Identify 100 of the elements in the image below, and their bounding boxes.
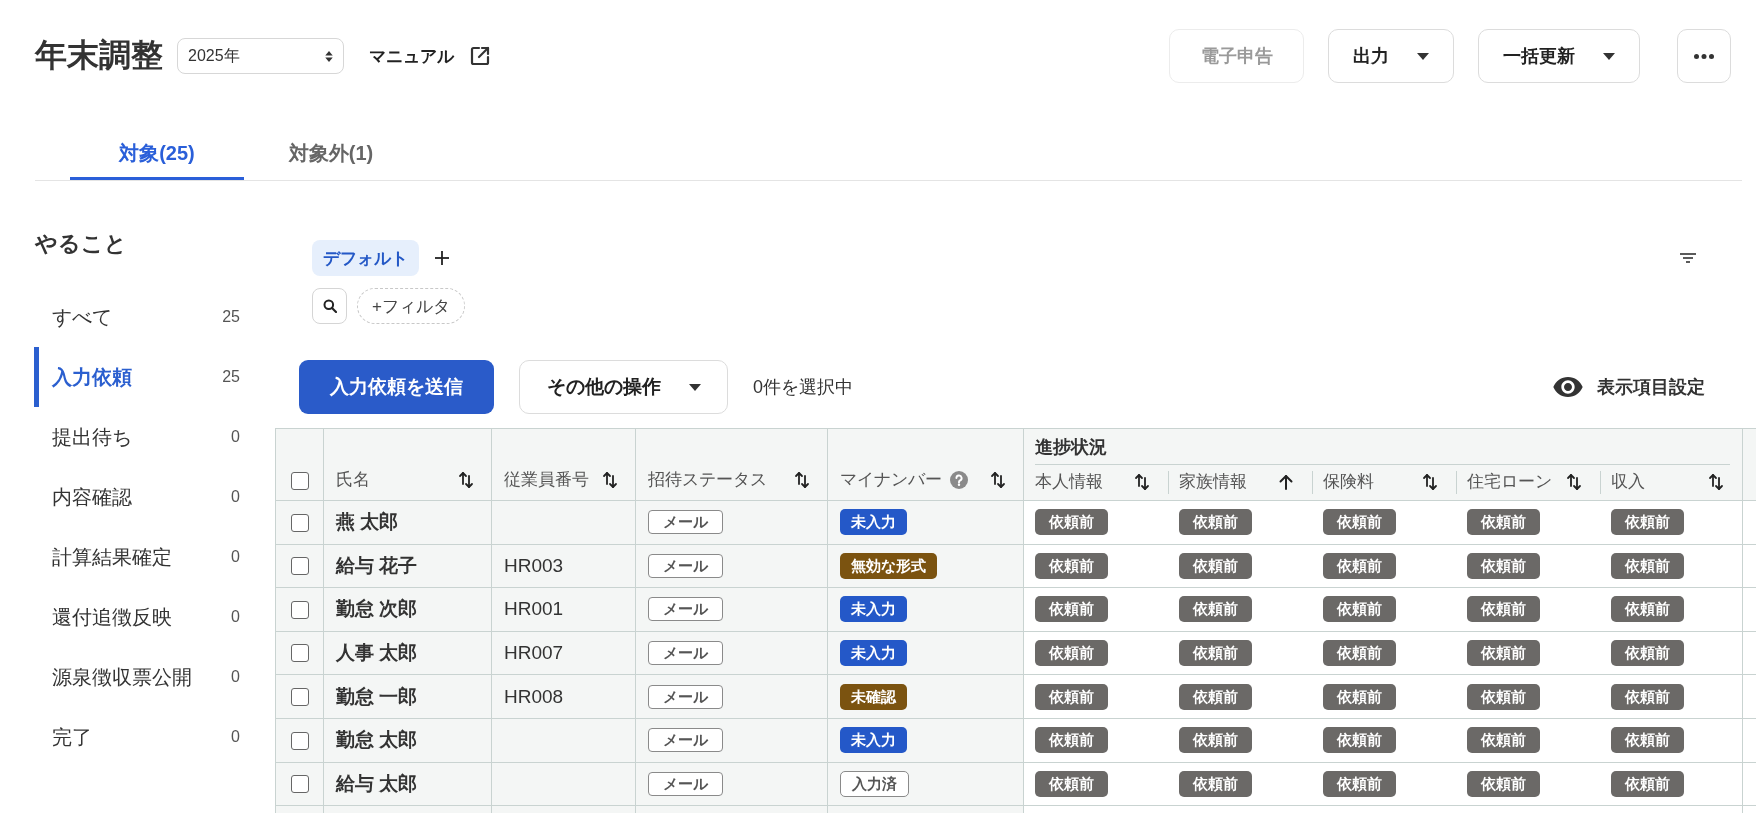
employee-name: 燕 太郎 — [336, 511, 399, 533]
select-all-checkbox[interactable] — [290, 472, 309, 490]
progress-badge: 依頼前 — [1466, 770, 1540, 797]
sidebar-item[interactable]: 還付追徴反映 0 — [34, 587, 274, 647]
invite-badge: メール — [648, 597, 723, 622]
eye-icon — [1553, 377, 1583, 397]
progress-badge: 依頼前 — [1610, 552, 1684, 579]
row-checkbox[interactable] — [290, 600, 309, 619]
progress-badge: 依頼前 — [1178, 770, 1252, 797]
manual-link[interactable]: マニュアル — [369, 44, 490, 68]
sidebar-item[interactable]: 入力依頼 25 — [34, 347, 274, 407]
invite-badge: メール — [648, 684, 723, 709]
progress-badge: 依頼前 — [1035, 770, 1108, 797]
progress-badge: 依頼前 — [1322, 770, 1396, 797]
item-count: 0 — [231, 728, 240, 746]
sidebar-item[interactable]: 提出待ち 0 — [34, 407, 274, 467]
item-count: 0 — [231, 668, 240, 686]
help-icon[interactable] — [950, 471, 968, 489]
column-header: 氏名 — [336, 469, 370, 491]
status-badge: 未入力 — [840, 509, 907, 536]
progress-badge: 依頼前 — [1035, 640, 1108, 667]
progress-badge: 依頼前 — [1322, 552, 1396, 579]
column-header: 家族情報 — [1178, 471, 1247, 494]
sidebar-item[interactable]: 内容確認 0 — [34, 467, 274, 527]
sort-arrows-icon[interactable] — [602, 471, 618, 489]
progress-badge: 依頼前 — [1466, 509, 1540, 536]
item-count: 0 — [231, 428, 240, 446]
column-header: 収入 — [1610, 471, 1645, 494]
sidebar-title: やること — [35, 231, 128, 257]
plus-icon[interactable] — [435, 251, 449, 265]
row-checkbox[interactable] — [290, 557, 309, 576]
progress-badge: 依頼前 — [1178, 683, 1252, 710]
selection-count: 0件を選択中 — [753, 376, 853, 399]
add-filter-button[interactable]: +フィルタ — [357, 288, 465, 324]
sidebar-item[interactable]: 源泉徴収票公開 0 — [34, 647, 274, 707]
progress-badge: 依頼前 — [1466, 727, 1540, 754]
sort-arrows-icon[interactable] — [990, 471, 1006, 489]
status-badge: 未入力 — [840, 727, 907, 754]
item-count: 0 — [231, 608, 240, 626]
send-request-button[interactable]: 入力依頼を送信 — [299, 360, 494, 414]
year-select[interactable]: 2025年 — [177, 38, 344, 74]
employee-name: 勤怠 太郎 — [336, 729, 418, 751]
tab[interactable]: 対象(25) — [70, 130, 244, 180]
progress-badge: 依頼前 — [1035, 596, 1108, 623]
column-header: 招待ステータス — [648, 469, 767, 491]
view-chip[interactable]: デフォルト — [312, 240, 419, 276]
progress-badge: 依頼前 — [1035, 683, 1108, 710]
progress-badge: 依頼前 — [1178, 640, 1252, 667]
sort-arrows-icon[interactable] — [1708, 473, 1725, 492]
sidebar-item[interactable]: すべて 25 — [34, 287, 274, 347]
progress-badge: 依頼前 — [1322, 683, 1396, 710]
row-checkbox[interactable] — [290, 513, 309, 532]
invite-badge: メール — [648, 641, 723, 666]
employee-number: HR003 — [504, 554, 564, 576]
sort-arrows-icon[interactable] — [1421, 473, 1438, 492]
progress-badge: 依頼前 — [1466, 552, 1540, 579]
item-count: 0 — [231, 548, 240, 566]
caret-down-icon — [1603, 52, 1615, 60]
up-down-caret-icon — [325, 49, 333, 63]
employee-number: HR001 — [504, 598, 564, 620]
row-checkbox[interactable] — [290, 731, 309, 750]
filter-icon[interactable] — [1680, 253, 1696, 263]
status-badge: 入力済 — [840, 770, 909, 797]
sidebar-item[interactable]: 計算結果確定 0 — [34, 527, 274, 587]
dropdown-button[interactable]: 一括更新 — [1478, 29, 1640, 83]
search-icon — [322, 299, 337, 313]
row-checkbox[interactable] — [290, 688, 309, 707]
progress-badge: 依頼前 — [1610, 596, 1684, 623]
progress-badge: 依頼前 — [1466, 683, 1540, 710]
row-checkbox[interactable] — [290, 644, 309, 663]
sidebar-item[interactable]: 完了 0 — [34, 707, 274, 767]
progress-badge: 依頼前 — [1178, 552, 1252, 579]
caret-down-icon — [688, 383, 701, 391]
search-button[interactable] — [312, 288, 347, 324]
progress-badge: 依頼前 — [1178, 727, 1252, 754]
sort-arrows-icon[interactable] — [1133, 473, 1150, 492]
tab[interactable]: 対象外(1) — [244, 130, 418, 180]
external-link-icon — [470, 46, 490, 66]
progress-badge: 依頼前 — [1035, 509, 1108, 536]
row-checkbox[interactable] — [290, 775, 309, 794]
sort-arrows-icon[interactable] — [1565, 473, 1582, 492]
more-actions-button[interactable]: その他の操作 — [519, 360, 728, 414]
column-header: 保険料 — [1322, 471, 1374, 494]
progress-badge: 依頼前 — [1322, 727, 1396, 754]
employee-name: 給与 太郎 — [336, 772, 418, 794]
column-header: 従業員番号 — [504, 469, 589, 491]
progress-badge: 依頼前 — [1466, 596, 1540, 623]
progress-badge: 依頼前 — [1322, 596, 1396, 623]
employee-name: 給与 花子 — [336, 554, 418, 576]
caret-down-icon — [1417, 52, 1429, 60]
sort-up-arrow-icon[interactable] — [1277, 473, 1294, 492]
employee-number: HR008 — [504, 685, 564, 707]
sort-arrows-icon[interactable] — [794, 471, 810, 489]
employee-name: 人事 太郎 — [336, 642, 418, 664]
more-button[interactable] — [1677, 29, 1731, 83]
column-settings-button[interactable]: 表示項目設定 — [1553, 375, 1705, 399]
progress-badge: 依頼前 — [1466, 640, 1540, 667]
sort-arrows-icon[interactable] — [458, 471, 474, 489]
invite-badge: メール — [648, 771, 723, 796]
dropdown-button[interactable]: 出力 — [1328, 29, 1454, 83]
